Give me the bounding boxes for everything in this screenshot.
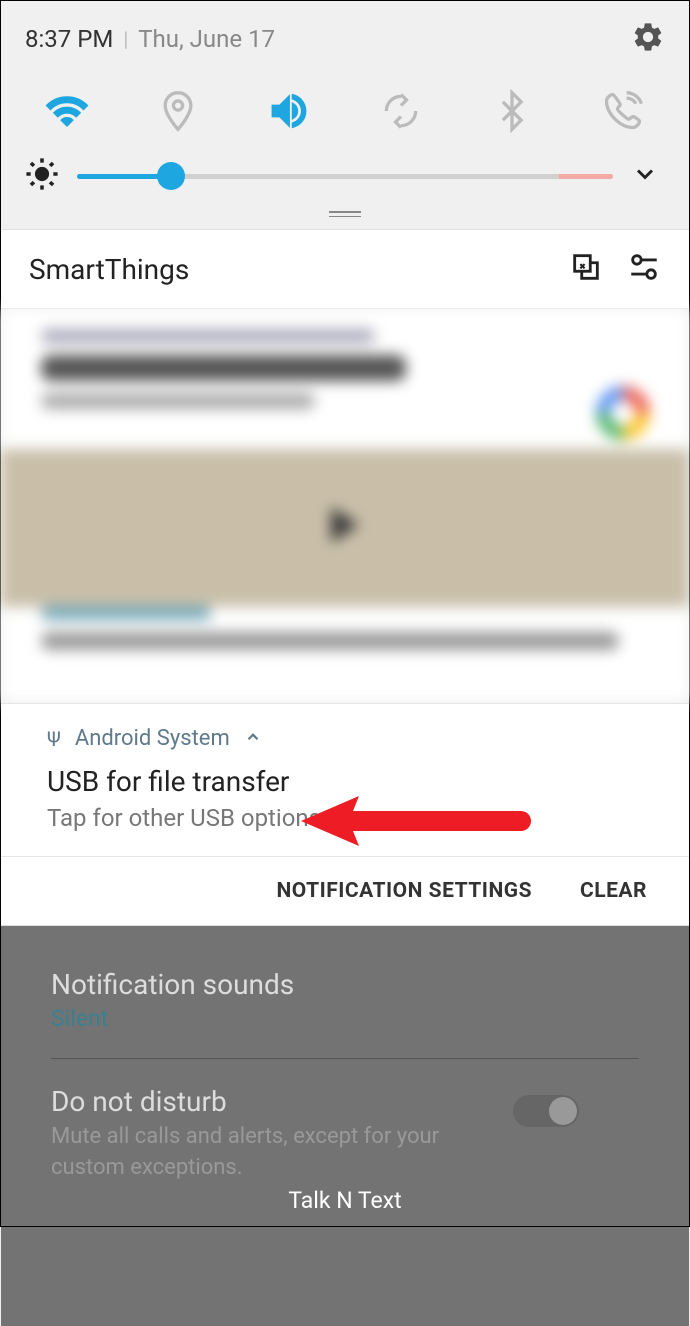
status-bar: 8:37 PM | Thu, June 17 (1, 1, 689, 65)
usb-icon: Ψ (47, 727, 61, 751)
background-settings-dimmed: Notification sounds Silent Do not distur… (1, 926, 689, 1326)
smartthings-label: SmartThings (29, 253, 545, 286)
notification-settings-button[interactable]: NOTIFICATION SETTINGS (276, 879, 532, 903)
settings-gear-icon[interactable] (631, 20, 665, 58)
smartthings-panel[interactable]: SmartThings (1, 229, 689, 309)
location-pin-icon[interactable] (154, 87, 202, 135)
panel-drag-handle[interactable] (1, 211, 689, 229)
usb-notification-title: USB for file transfer (47, 765, 643, 798)
notification-sounds-title: Notification sounds (51, 968, 639, 1001)
smartthings-devices-icon[interactable] (569, 250, 603, 288)
auto-rotate-icon[interactable] (377, 87, 425, 135)
wifi-icon[interactable] (43, 87, 91, 135)
wifi-calling-icon[interactable] (599, 87, 647, 135)
status-divider: | (123, 27, 128, 51)
notification-sounds-value: Silent (51, 1005, 639, 1032)
sound-icon[interactable] (265, 87, 313, 135)
usb-notification[interactable]: Ψ Android System USB for file transfer T… (1, 703, 689, 857)
quick-settings-toggles (1, 65, 689, 157)
brightness-slider[interactable] (77, 161, 613, 191)
clear-button[interactable]: CLEAR (580, 879, 647, 903)
dnd-toggle[interactable] (513, 1095, 579, 1127)
usb-notification-subtitle: Tap for other USB options. (47, 804, 643, 832)
collapse-chevron-icon[interactable] (244, 728, 262, 750)
expand-chevron-icon[interactable] (631, 160, 659, 192)
brightness-icon[interactable] (25, 157, 59, 195)
notification-actions: NOTIFICATION SETTINGS CLEAR (1, 857, 689, 926)
bluetooth-icon[interactable] (488, 87, 536, 135)
blurred-notifications (1, 309, 689, 703)
status-date: Thu, June 17 (138, 25, 275, 53)
carrier-label: Talk N Text (288, 1187, 401, 1214)
brightness-slider-row (1, 157, 689, 211)
usb-app-name: Android System (75, 726, 230, 751)
smartthings-settings-icon[interactable] (627, 250, 661, 288)
clock-time: 8:37 PM (25, 25, 113, 53)
dnd-subtitle: Mute all calls and alerts, except for yo… (51, 1122, 461, 1184)
